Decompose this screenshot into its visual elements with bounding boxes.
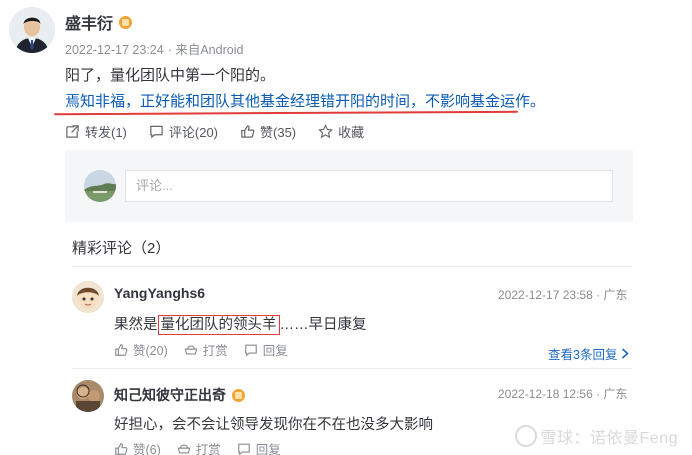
reply-icon	[237, 443, 250, 455]
post-actions: 转发(1) 评论(20) 赞(35) 收藏	[65, 122, 364, 141]
comment-1-like-button[interactable]: 赞(20)	[114, 340, 168, 359]
snowball-logo-icon	[514, 425, 537, 447]
chevron-right-icon	[622, 348, 630, 359]
comment-1-avatar-image	[72, 281, 104, 313]
post-meta: 2022-12-17 23:24 · 来自Android	[65, 39, 247, 58]
watermark: 雪球：诺依曼Feng	[514, 424, 678, 448]
section-divider	[72, 266, 632, 267]
favorite-label: 收藏	[338, 125, 365, 140]
comment-1-tip-label: 打赏	[202, 344, 228, 358]
comment-button[interactable]: 评论(20)	[149, 122, 218, 141]
author-avatar-image	[9, 7, 55, 53]
comment-2-actions: 赞(6) 打赏 回复	[114, 439, 281, 455]
comment-2-reply-button[interactable]: 回复	[237, 439, 281, 455]
comment-1-text: 果然是 量化团队的领头羊 ……早日康复	[114, 313, 367, 335]
comment-input[interactable]: 评论...	[125, 170, 613, 202]
thumb-up-icon	[115, 343, 128, 356]
repost-button[interactable]: 转发(1)	[65, 122, 127, 141]
comment-2-avatar-image	[72, 380, 104, 412]
red-underline-annotation	[53, 110, 519, 116]
tip-icon	[177, 444, 191, 454]
comment-1-highlighted-phrase: 量化团队的领头羊	[157, 315, 280, 335]
comment-2-author-name[interactable]: 知己知彼守正出奇	[114, 385, 226, 405]
star-icon	[318, 124, 334, 139]
post-source: · 来自Android	[167, 43, 244, 57]
repost-icon	[66, 125, 79, 138]
comment-2-tip-label: 打赏	[195, 443, 221, 455]
comment-2-avatar[interactable]	[72, 380, 104, 412]
post-author[interactable]: 盛丰衍	[65, 10, 133, 34]
comment-2-like-button[interactable]: 赞(6)	[114, 439, 161, 455]
view-replies-link[interactable]: 查看3条回复	[548, 344, 630, 363]
comment-2-author[interactable]: 知己知彼守正出奇	[114, 385, 245, 405]
comment-1-reply-button[interactable]: 回复	[244, 340, 288, 359]
comment-icon	[150, 125, 163, 139]
comment-1-tip-button[interactable]: 打赏	[184, 340, 228, 359]
comment-1-text-after: ……早日康复	[279, 317, 367, 333]
featured-comments-title: 精彩评论（2）	[72, 240, 171, 257]
comment-divider	[72, 368, 632, 369]
comment-2-time: 2022-12-18 12:56 · 广东	[498, 387, 628, 401]
comment-1-avatar[interactable]	[72, 281, 104, 313]
comment-1-author[interactable]: YangYanghs6	[114, 285, 205, 301]
post-text-line-2: 焉知非福，正好能和团队其他基金经理错开阳的时间，不影响基金运作。	[65, 93, 546, 110]
comment-1-text-before: 果然是	[114, 317, 158, 333]
like-label: 赞(35)	[260, 125, 297, 140]
comment-2-reply-label: 回复	[255, 443, 281, 455]
comment-composer: 评论...	[65, 150, 633, 222]
tip-icon	[184, 345, 198, 355]
like-button[interactable]: 赞(35)	[240, 122, 296, 141]
comment-2-like-label: 赞(6)	[133, 443, 161, 455]
comment-2-tip-button[interactable]: 打赏	[177, 439, 221, 455]
favorite-button[interactable]: 收藏	[318, 122, 364, 141]
post-author-name[interactable]: 盛丰衍	[65, 10, 113, 34]
comment-label: 评论(20)	[168, 125, 219, 140]
thumb-up-icon	[241, 125, 255, 138]
author-avatar[interactable]	[9, 7, 55, 53]
thumb-up-icon	[115, 442, 128, 455]
post-text-line-1: 阳了，量化团队中第一个阳的。	[65, 67, 276, 84]
comment-1-like-label: 赞(20)	[133, 344, 168, 358]
post-date: 2022-12-17 23:24	[65, 43, 164, 57]
verified-badge-icon	[119, 15, 133, 29]
repost-label: 转发(1)	[85, 125, 127, 140]
comment-1-reply-label: 回复	[262, 344, 288, 358]
verified-badge-icon	[232, 388, 245, 402]
comment-1-actions: 赞(20) 打赏 回复	[114, 340, 288, 359]
view-replies-label[interactable]: 查看3条回复	[548, 344, 617, 363]
comment-2-text: 好担心，会不会让领导发现你在不在也没多大影响	[114, 417, 433, 433]
reply-icon	[244, 344, 257, 356]
current-user-avatar[interactable]	[84, 170, 116, 202]
comment-1-time: 2022-12-17 23:58 · 广东	[498, 288, 628, 302]
current-user-avatar-image	[84, 170, 116, 202]
watermark-text: 雪球：诺依曼Feng	[540, 430, 678, 447]
